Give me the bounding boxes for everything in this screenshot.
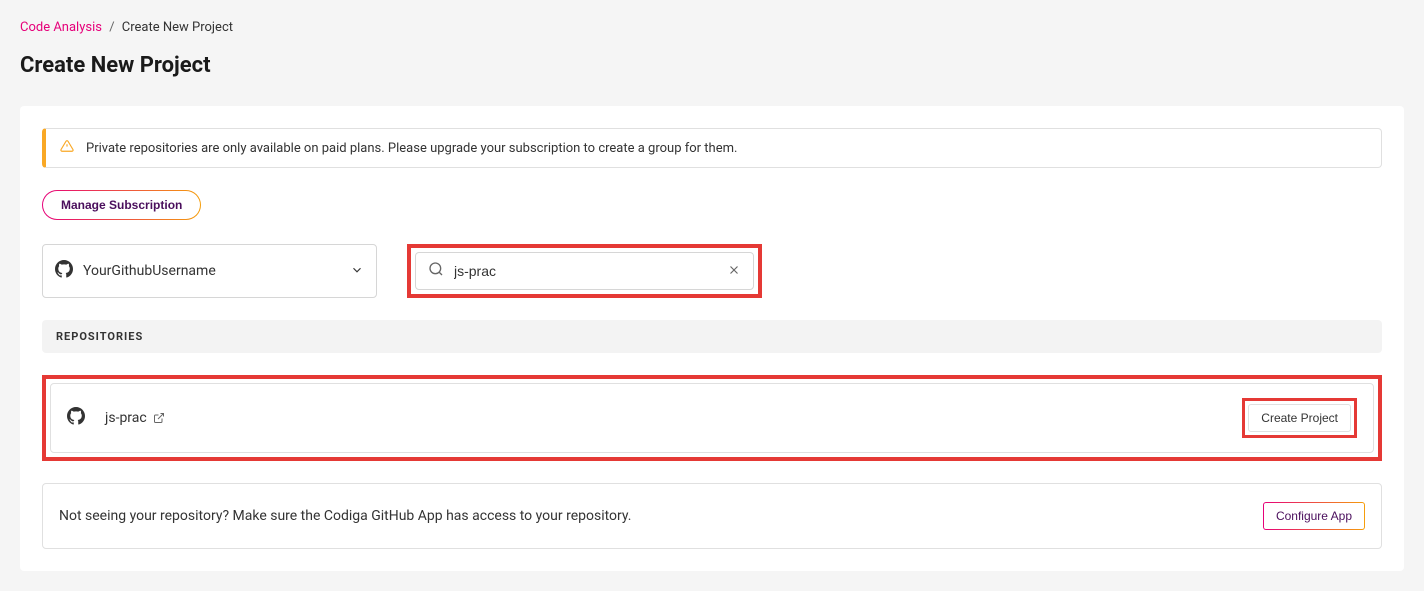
configure-app-button[interactable]: Configure App [1263,502,1365,530]
github-account-select[interactable]: YourGithubUsername [42,244,377,298]
breadcrumb-parent-link[interactable]: Code Analysis [20,20,102,35]
github-icon [55,260,73,282]
main-card: Private repositories are only available … [20,106,1404,571]
footer-row: Not seeing your repository? Make sure th… [42,483,1382,549]
breadcrumb-separator: / [109,20,114,35]
create-project-button[interactable]: Create Project [1248,404,1351,432]
upgrade-alert: Private repositories are only available … [42,128,1382,168]
breadcrumb: Code Analysis / Create New Project [20,20,1404,35]
chevron-down-icon [350,262,364,281]
repo-search-input[interactable] [454,263,727,279]
external-link-icon[interactable] [153,409,165,428]
repo-row: js-prac Create Project [50,383,1374,453]
manage-subscription-button[interactable]: Manage Subscription [42,190,201,220]
breadcrumb-current: Create New Project [122,20,233,35]
account-select-value: YourGithubUsername [83,263,350,279]
search-icon [428,261,444,281]
alert-text: Private repositories are only available … [86,141,737,156]
search-highlight [407,244,762,298]
github-icon [67,407,85,429]
clear-search-icon[interactable] [727,262,741,281]
page-title: Create New Project [20,53,1404,78]
warning-icon [60,139,74,157]
repositories-header: REPOSITORIES [42,320,1382,353]
repo-row-highlight: js-prac Create Project [42,375,1382,461]
search-box [415,252,754,290]
repo-name: js-prac [105,410,147,426]
footer-text: Not seeing your repository? Make sure th… [59,508,1263,524]
controls-row: YourGithubUsername [42,244,1382,298]
create-project-highlight: Create Project [1242,398,1357,438]
